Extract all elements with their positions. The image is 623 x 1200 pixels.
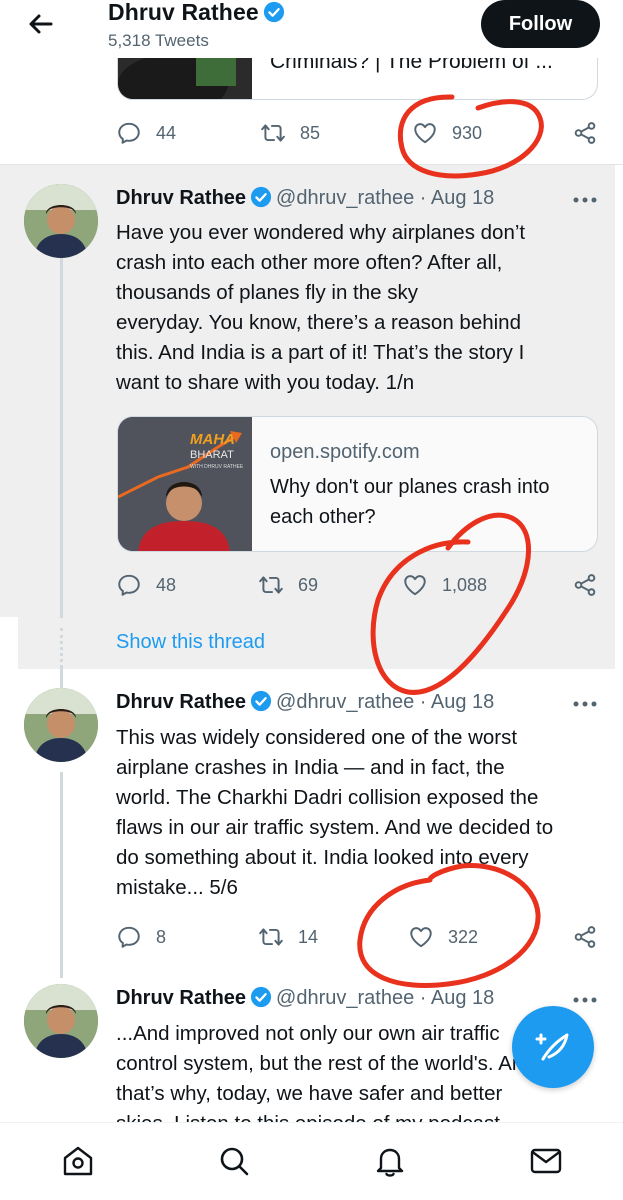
verified-badge-icon — [250, 186, 272, 208]
avatar[interactable] — [24, 688, 98, 762]
tweet-text: Have you ever wondered why airplanes don… — [116, 221, 526, 394]
previous-tweet-actions: 44 85 930 — [116, 117, 600, 149]
cover-subtitle: WITH DHRUV RATHEE — [190, 464, 244, 470]
reply-count: 44 — [156, 122, 177, 143]
like-button[interactable]: 1,088 — [402, 569, 487, 601]
share-button[interactable] — [572, 921, 612, 953]
share-icon — [574, 122, 596, 144]
retweet-icon — [259, 928, 283, 946]
back-arrow-icon[interactable] — [24, 8, 56, 40]
reply-count: 48 — [156, 574, 177, 595]
like-count: 1,088 — [442, 574, 488, 595]
tweet-meta: Dhruv Rathee @dhruv_rathee · Aug 18 — [116, 186, 494, 210]
profile-name: Dhruv Rathee — [108, 0, 285, 26]
more-options-icon[interactable] — [572, 195, 598, 205]
messages-icon[interactable] — [528, 1143, 564, 1179]
bottom-navigation — [0, 1122, 623, 1200]
reply-count: 8 — [156, 926, 167, 947]
share-icon — [574, 574, 596, 596]
cover-logo-2: BHARAT — [190, 449, 234, 461]
retweet-button[interactable]: 85 — [260, 117, 320, 149]
like-count: 322 — [448, 926, 479, 947]
link-preview-card[interactable]: MAHA BHARAT WITH DHRUV RATHEE open.spoti… — [117, 416, 598, 552]
like-button[interactable]: 322 — [408, 921, 478, 953]
reply-icon — [118, 574, 140, 596]
retweet-button[interactable]: 69 — [258, 569, 318, 601]
thread-line — [60, 772, 63, 978]
tweet-date[interactable]: Aug 18 — [431, 987, 494, 1009]
avatar[interactable] — [24, 184, 98, 258]
author-name[interactable]: Dhruv Rathee — [116, 187, 246, 209]
author-handle: @dhruv_rathee — [276, 987, 415, 1009]
verified-badge-icon — [263, 1, 284, 23]
heart-icon — [404, 575, 426, 596]
author-handle: @dhruv_rathee — [276, 187, 415, 209]
reply-button[interactable]: 44 — [116, 117, 176, 149]
tweet-date[interactable]: Aug 18 — [431, 187, 494, 209]
more-options-icon[interactable] — [572, 699, 598, 709]
more-options-icon[interactable] — [572, 995, 598, 1005]
thread-line — [60, 668, 63, 690]
tweet-date[interactable]: Aug 18 — [431, 691, 494, 713]
cover-logo: MAHA — [190, 431, 235, 448]
share-button[interactable] — [572, 117, 612, 149]
tweet-actions: 8 14 322 — [116, 921, 600, 953]
heart-icon — [410, 927, 432, 948]
retweet-count: 69 — [298, 574, 319, 595]
thread-line-dotted — [60, 628, 63, 668]
heart-icon — [414, 123, 436, 144]
tweet-text: This was widely considered one of the wo… — [116, 726, 554, 899]
avatar-image — [24, 184, 98, 258]
reply-icon — [118, 122, 140, 144]
retweet-icon — [261, 124, 285, 142]
separator-dot: · — [419, 691, 427, 713]
tweet-meta: Dhruv Rathee @dhruv_rathee · Aug 18 — [116, 690, 494, 714]
thread-line — [60, 238, 63, 618]
verified-badge-icon — [250, 986, 272, 1008]
home-icon[interactable] — [60, 1143, 96, 1179]
tweet-meta: Dhruv Rathee @dhruv_rathee · Aug 18 — [116, 986, 494, 1010]
show-thread-bg — [18, 617, 615, 669]
card-title: Why don't our planes crash into each oth… — [270, 476, 550, 528]
divider — [0, 164, 623, 165]
author-handle: @dhruv_rathee — [276, 691, 415, 713]
share-icon — [574, 926, 596, 948]
follow-button[interactable]: Follow — [481, 0, 600, 48]
separator-dot: · — [419, 987, 427, 1009]
like-count: 930 — [452, 122, 483, 143]
tweet-actions: 48 69 1,088 — [116, 569, 600, 601]
show-thread-link[interactable]: Show this thread — [116, 631, 265, 654]
share-button[interactable] — [572, 569, 612, 601]
profile-header: Dhruv Rathee 5,318 Tweets Follow — [0, 0, 623, 58]
reply-button[interactable]: 48 — [116, 569, 176, 601]
retweet-icon — [259, 576, 283, 594]
retweet-count: 14 — [298, 926, 319, 947]
avatar-image — [24, 984, 98, 1058]
tweet-count: 5,318 Tweets — [108, 31, 209, 50]
separator-dot: · — [419, 187, 427, 209]
card-domain: open.spotify.com — [270, 441, 420, 463]
compose-tweet-button[interactable] — [512, 1006, 594, 1088]
author-name[interactable]: Dhruv Rathee — [116, 691, 246, 713]
reply-button[interactable]: 8 — [116, 921, 166, 953]
like-button[interactable]: 930 — [412, 117, 482, 149]
notifications-icon[interactable] — [372, 1143, 408, 1179]
retweet-button[interactable]: 14 — [258, 921, 318, 953]
verified-badge-icon — [250, 690, 272, 712]
avatar[interactable] — [24, 984, 98, 1058]
compose-feather-icon — [535, 1033, 569, 1061]
podcast-cover-image: MAHA BHARAT WITH DHRUV RATHEE — [118, 417, 252, 551]
retweet-count: 85 — [300, 122, 321, 143]
search-icon[interactable] — [216, 1143, 252, 1179]
author-name[interactable]: Dhruv Rathee — [116, 987, 246, 1009]
reply-icon — [118, 926, 140, 948]
avatar-image — [24, 688, 98, 762]
